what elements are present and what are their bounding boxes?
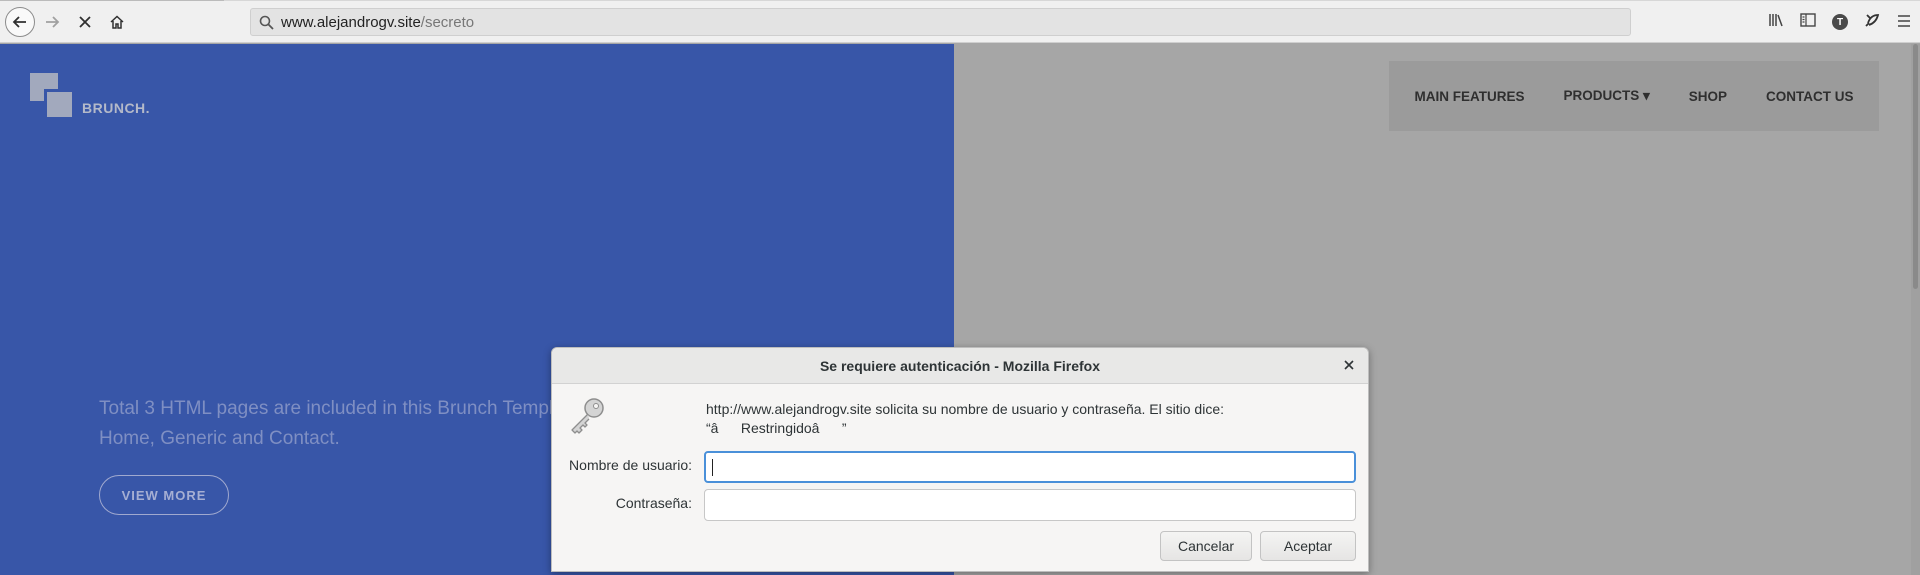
dialog-message: http://www.alejandrogv.site solicita su … bbox=[706, 400, 1346, 438]
nav-contact-us[interactable]: CONTACT US bbox=[1766, 89, 1854, 104]
page-scrollbar[interactable] bbox=[1911, 44, 1920, 575]
library-icon bbox=[1768, 12, 1784, 32]
home-icon bbox=[109, 14, 125, 30]
sidebar-button[interactable] bbox=[1792, 7, 1824, 37]
library-button[interactable] bbox=[1760, 7, 1792, 37]
hamburger-menu-icon bbox=[1897, 14, 1911, 31]
accept-button[interactable]: Aceptar bbox=[1260, 531, 1356, 561]
account-button[interactable]: T bbox=[1824, 7, 1856, 37]
browser-toolbar: www.alejandrogv.site/secreto T bbox=[0, 0, 1920, 43]
logo-square-front bbox=[44, 89, 72, 117]
menu-button[interactable] bbox=[1888, 7, 1920, 37]
url-path: /secreto bbox=[420, 13, 475, 31]
close-icon bbox=[1344, 357, 1354, 375]
main-nav: MAIN FEATURES PRODUCTS ▾ SHOP CONTACT US bbox=[1389, 61, 1879, 131]
dialog-message-line1: http://www.alejandrogv.site solicita su … bbox=[706, 401, 1224, 417]
arrow-right-icon bbox=[44, 14, 60, 30]
scrollbar-thumb[interactable] bbox=[1913, 44, 1918, 289]
nav-main-features[interactable]: MAIN FEATURES bbox=[1414, 89, 1524, 104]
dialog-title: Se requiere autenticación - Mozilla Fire… bbox=[552, 348, 1368, 384]
toolbar-right-icons: T bbox=[1760, 7, 1920, 37]
sidebar-icon bbox=[1800, 13, 1816, 31]
address-bar[interactable]: www.alejandrogv.site/secreto bbox=[250, 8, 1631, 36]
tab-strip-line bbox=[0, 0, 1920, 1]
nav-shop[interactable]: SHOP bbox=[1689, 89, 1727, 104]
username-label: Nombre de usuario: bbox=[569, 457, 692, 473]
home-button[interactable] bbox=[102, 7, 132, 37]
back-button[interactable] bbox=[5, 7, 35, 37]
password-field[interactable] bbox=[704, 489, 1356, 521]
cancel-button[interactable]: Cancelar bbox=[1160, 531, 1252, 561]
stop-button[interactable] bbox=[70, 7, 100, 37]
hero-text: Total 3 HTML pages are included in this … bbox=[99, 398, 585, 449]
forward-button[interactable] bbox=[37, 7, 67, 37]
extension-icon bbox=[1864, 12, 1880, 32]
text-caret bbox=[712, 459, 713, 476]
username-field[interactable] bbox=[704, 451, 1356, 483]
site-logo[interactable]: BRUNCH. bbox=[30, 73, 230, 123]
url-host: www.alejandrogv.site bbox=[281, 13, 421, 31]
url-text: www.alejandrogv.site/secreto bbox=[281, 14, 474, 31]
password-label: Contraseña: bbox=[615, 495, 692, 511]
active-tab-indicator bbox=[0, 0, 224, 1]
close-x-icon bbox=[78, 15, 92, 29]
search-icon bbox=[251, 15, 281, 30]
view-more-button[interactable]: VIEW MORE bbox=[99, 475, 229, 515]
auth-dialog: Se requiere autenticación - Mozilla Fire… bbox=[551, 347, 1369, 572]
avatar: T bbox=[1832, 14, 1848, 30]
dialog-close-button[interactable] bbox=[1340, 357, 1358, 375]
key-icon bbox=[567, 395, 609, 437]
arrow-left-icon bbox=[12, 14, 28, 30]
extension-button[interactable] bbox=[1856, 7, 1888, 37]
nav-products[interactable]: PRODUCTS ▾ bbox=[1563, 88, 1649, 104]
logo-text: BRUNCH. bbox=[82, 100, 151, 116]
dialog-message-line2: “âRestringidoâ” bbox=[706, 420, 847, 436]
